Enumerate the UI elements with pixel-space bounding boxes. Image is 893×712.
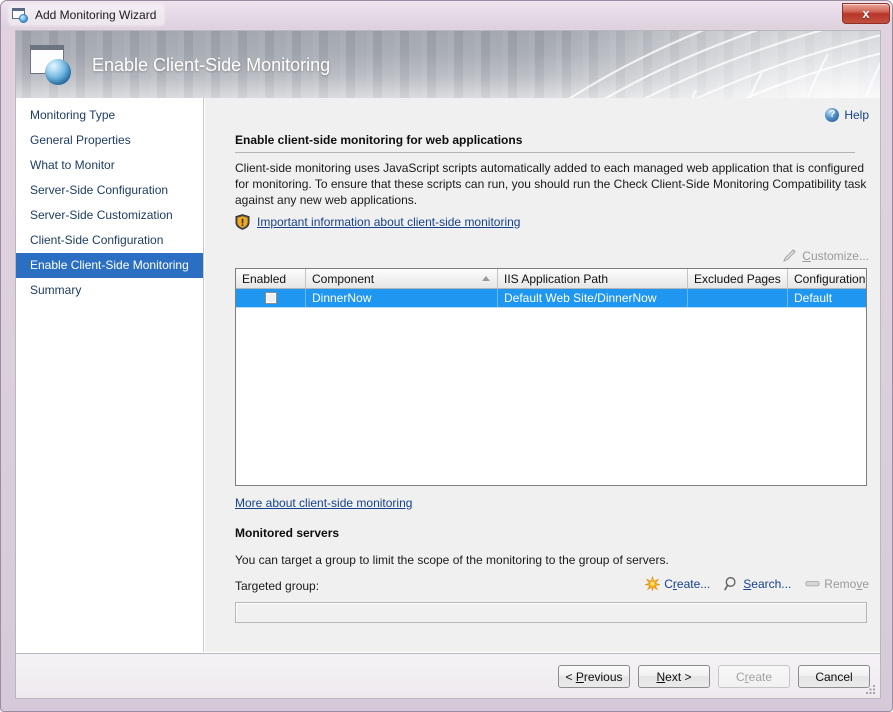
previous-button[interactable]: < Previous [558, 665, 630, 688]
column-header-excluded-pages[interactable]: Excluded Pages [688, 269, 788, 288]
magnifier-icon [724, 576, 739, 591]
remove-bar-icon [805, 576, 820, 591]
sidebar-item-summary[interactable]: Summary [16, 278, 203, 303]
cell-component: DinnerNow [306, 289, 498, 307]
close-button[interactable]: x [842, 3, 890, 24]
section-title: Enable client-side monitoring for web ap… [235, 133, 855, 153]
starburst-icon [645, 576, 660, 591]
shield-warning-icon [235, 214, 250, 230]
section-description: Client-side monitoring uses JavaScript s… [235, 160, 867, 208]
wizard-banner-icon [28, 43, 76, 87]
next-button[interactable]: Next > [638, 665, 710, 688]
client-side-monitoring-grid[interactable]: Enabled Component IIS Application Path E… [235, 268, 867, 486]
remove-group-label: Remove [824, 577, 869, 591]
window-title-group: Add Monitoring Wizard [9, 5, 164, 25]
wizard-body: Monitoring Type General Properties What … [15, 98, 881, 654]
resize-grip[interactable] [864, 683, 877, 696]
wizard-page-title: Enable Client-Side Monitoring [92, 31, 330, 98]
cell-iis-application-path: Default Web Site/DinnerNow [498, 289, 688, 307]
help-question-icon [825, 108, 839, 122]
help-label: Help [844, 108, 869, 122]
column-header-component[interactable]: Component [306, 269, 498, 288]
group-action-bar: Create... Search... Remove [631, 576, 869, 591]
important-information-row: Important information about client-side … [235, 214, 520, 230]
targeted-group-label: Targeted group: [235, 579, 319, 593]
wizard-window-sphere-icon [12, 8, 29, 23]
remove-group-button[interactable]: Remove [805, 576, 869, 591]
monitored-servers-description: You can target a group to limit the scop… [235, 553, 669, 567]
grid-header-row: Enabled Component IIS Application Path E… [236, 269, 866, 289]
column-header-enabled[interactable]: Enabled [236, 269, 306, 288]
cell-enabled[interactable] [236, 289, 306, 307]
cell-configuration: Default [788, 289, 866, 307]
monitored-servers-title: Monitored servers [235, 526, 339, 540]
sidebar-item-what-to-monitor[interactable]: What to Monitor [16, 153, 203, 178]
enabled-checkbox[interactable] [265, 292, 277, 304]
important-information-link[interactable]: Important information about client-side … [257, 215, 520, 229]
sidebar-item-monitoring-type[interactable]: Monitoring Type [16, 103, 203, 128]
more-about-link[interactable]: More about client-side monitoring [235, 496, 412, 510]
customize-label: Customize... [802, 249, 869, 263]
title-bar: Add Monitoring Wizard x [1, 1, 893, 29]
sidebar-item-client-side-configuration[interactable]: Client-Side Configuration [16, 228, 203, 253]
wizard-header-banner: Enable Client-Side Monitoring [15, 30, 881, 98]
table-row[interactable]: DinnerNow Default Web Site/DinnerNow Def… [236, 289, 866, 308]
create-button[interactable]: Create [718, 665, 790, 688]
sidebar-item-server-side-configuration[interactable]: Server-Side Configuration [16, 178, 203, 203]
sidebar-item-general-properties[interactable]: General Properties [16, 128, 203, 153]
window-title: Add Monitoring Wizard [35, 8, 156, 22]
sidebar-item-enable-client-side-monitoring[interactable]: Enable Client-Side Monitoring [16, 253, 203, 278]
create-group-button[interactable]: Create... [645, 576, 710, 591]
help-link[interactable]: Help [825, 108, 869, 122]
close-icon: x [862, 7, 869, 20]
create-group-label: Create... [664, 577, 710, 591]
wizard-window: Add Monitoring Wizard x [0, 0, 893, 712]
column-header-component-label: Component [312, 272, 374, 286]
targeted-group-input[interactable] [235, 602, 867, 623]
column-header-configuration[interactable]: Configuration [788, 269, 866, 288]
globe-grid-decoration [510, 30, 881, 98]
wizard-content-pane: Help Enable client-side monitoring for w… [205, 98, 881, 652]
cell-excluded-pages [688, 289, 788, 307]
pencil-icon [782, 248, 797, 263]
sort-ascending-icon [482, 276, 490, 281]
customize-button[interactable]: Customize... [782, 248, 869, 263]
column-header-iis-application-path[interactable]: IIS Application Path [498, 269, 688, 288]
wizard-step-sidebar: Monitoring Type General Properties What … [16, 98, 204, 652]
footer-button-group: < Previous Next > Create Cancel [558, 665, 870, 688]
search-group-button[interactable]: Search... [724, 576, 791, 591]
cancel-button[interactable]: Cancel [798, 665, 870, 688]
sidebar-item-server-side-customization[interactable]: Server-Side Customization [16, 203, 203, 228]
wizard-footer: < Previous Next > Create Cancel [15, 654, 881, 699]
search-group-label: Search... [743, 577, 791, 591]
